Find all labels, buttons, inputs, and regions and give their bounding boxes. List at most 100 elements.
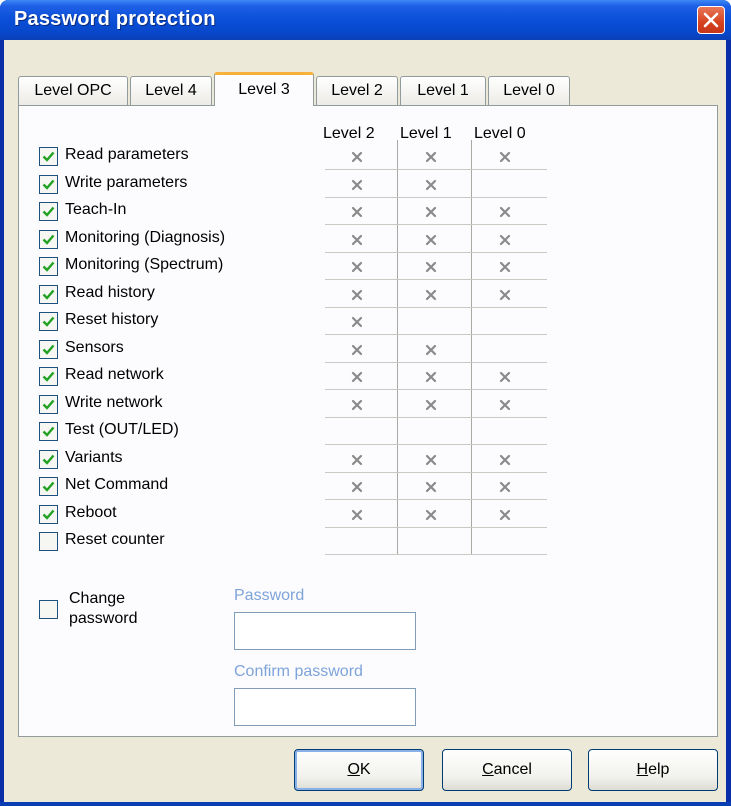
access-mark-icon [351,343,363,355]
permission-label: Monitoring (Spectrum) [65,256,224,273]
permission-checkbox[interactable] [39,312,58,331]
change-password-label-line1: Change [69,590,126,607]
permission-checkbox[interactable] [39,339,58,359]
tab-level-1[interactable]: Level 1 [400,76,486,105]
permission-row[interactable]: Write parameters [39,172,559,198]
row-divider [325,526,547,528]
access-mark-icon [351,260,363,273]
change-password-checkbox[interactable] [39,600,58,619]
row-divider [325,389,547,390]
row-divider [325,471,547,473]
access-mark-icon [499,233,511,245]
check-icon [42,206,55,217]
tab-level-opc[interactable]: Level OPC [18,76,128,105]
permission-row[interactable]: Monitoring (Spectrum) [39,254,559,280]
permission-label: Net Command [65,476,169,493]
check-icon [42,371,55,382]
check-icon [42,344,55,355]
permission-checkbox[interactable] [39,202,58,221]
permission-row[interactable]: Monitoring (Diagnosis) [39,227,559,253]
check-icon [42,289,55,300]
permission-label: Monitoring (Diagnosis) [65,228,226,246]
close-icon [703,12,719,28]
confirm-password-label: Confirm password [234,663,363,680]
cancel-button[interactable]: Cancel [442,749,572,791]
access-mark-icon [425,453,437,465]
row-divider [325,169,547,170]
tab-panel-level-3: Level 2 Level 1 Level 0 Read parameters W… [18,105,718,737]
access-mark-icon [351,205,363,218]
permission-row[interactable]: Reboot [39,502,559,528]
tab-label: Level 3 [238,81,290,98]
permission-checkbox[interactable] [39,229,58,249]
row-divider [325,279,547,280]
permission-checkbox[interactable] [39,367,58,386]
access-mark-icon [425,233,437,245]
permission-checkbox[interactable] [39,147,58,166]
password-input[interactable] [234,612,416,650]
ok-button[interactable]: OK [294,749,424,791]
permission-row[interactable]: Reset counter [39,529,559,555]
access-mark-icon [425,398,437,410]
access-mark-icon [425,343,437,355]
tab-label: Level 2 [331,82,383,99]
permission-label: Test (OUT/LED) [65,421,179,438]
permission-checkbox[interactable] [39,449,58,469]
tab-level-4[interactable]: Level 4 [130,76,212,105]
tab-label: Level OPC [34,82,112,99]
change-password-row[interactable]: Change password [39,590,219,646]
access-mark-icon [499,370,511,383]
permission-checkbox[interactable] [39,394,58,414]
check-icon [42,509,55,520]
permission-label: Sensors [65,338,124,356]
row-divider [325,554,547,555]
permission-checkbox[interactable] [39,477,58,496]
access-mark-icon [351,398,363,410]
permission-row[interactable]: Reset history [39,309,559,335]
tab-level-2[interactable]: Level 2 [316,76,398,105]
permission-checkbox[interactable] [39,257,58,276]
permission-label: Reset history [65,311,159,328]
cancel-label: Cancel [482,761,532,778]
window-title: Password protection [14,8,216,30]
row-divider [325,499,547,500]
column-header-level-1: Level 1 [400,125,452,142]
confirm-password-input[interactable] [234,688,416,726]
permission-row[interactable]: Read network [39,364,559,390]
permission-checkbox[interactable] [39,284,58,304]
close-button[interactable] [697,6,725,34]
permission-label: Reboot [65,503,117,521]
help-button[interactable]: Help [588,749,718,791]
check-icon [42,316,55,327]
permission-row[interactable]: Variants [39,447,559,473]
tab-level-3[interactable]: Level 3 [214,72,314,106]
window-bottom-border [0,802,731,806]
permission-row[interactable]: Write network [39,392,559,418]
permission-row[interactable]: Teach-In [39,199,559,225]
permission-checkbox[interactable] [39,504,58,524]
access-mark-icon [425,205,437,218]
row-divider [325,196,547,198]
access-mark-icon [351,370,363,383]
permission-checkbox[interactable] [39,532,58,551]
check-icon [42,454,55,465]
row-divider [325,361,547,363]
access-mark-icon [425,480,437,493]
permission-label: Read history [65,283,155,301]
column-header-level-0: Level 0 [474,125,526,142]
permission-row[interactable]: Read parameters [39,144,559,170]
title-bar[interactable]: Password protection [0,0,731,40]
permission-row[interactable]: Test (OUT/LED) [39,419,559,445]
access-mark-icon [351,150,363,163]
tab-level-0[interactable]: Level 0 [488,76,570,105]
row-divider [325,224,547,225]
permission-row[interactable]: Read history [39,282,559,308]
permission-row[interactable]: Net Command [39,474,559,500]
access-mark-icon [351,508,363,520]
access-mark-icon [351,315,363,328]
permission-checkbox[interactable] [39,422,58,441]
row-divider [325,334,547,335]
permission-row[interactable]: Sensors [39,337,559,363]
permission-checkbox[interactable] [39,174,58,194]
dialog-window: Password protection Level OPC Level 4 Le… [0,0,731,806]
